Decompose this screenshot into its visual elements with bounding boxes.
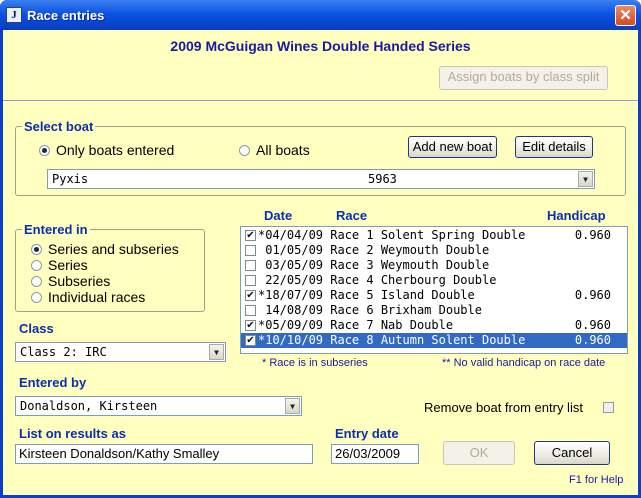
assign-boats-button[interactable]: Assign boats by class split [439,66,608,90]
class-dropdown[interactable]: Class 2: IRC ▼ [15,342,226,362]
race-entries-window: J Race entries ✕ 2009 McGuigan Wines Dou… [0,0,641,498]
entered-in-option-label: Series [48,257,88,273]
race-row-selected[interactable]: ✔ *10/10/09 Race 8 Autumn Solent Double 0.… [241,333,627,348]
entered-in-title: Entered in [22,222,90,237]
check-icon: ✔ [246,320,255,331]
column-header-handicap: Handicap [547,208,606,223]
race-row-handicap: 0.960 [574,288,611,302]
race-list[interactable]: ✔ *04/04/09 Race 1 Solent Spring Double 0.… [240,226,628,354]
race-checkbox[interactable]: ✔ [245,290,256,301]
title-bar[interactable]: J Race entries ✕ [0,0,641,30]
app-icon: J [6,7,22,23]
radio-series-and-subseries[interactable]: Series and subseries [31,241,179,257]
radio-only-boats-entered[interactable]: Only boats entered [39,142,174,158]
race-checkbox[interactable] [245,305,256,316]
ok-button[interactable]: OK [443,441,515,465]
boat-sail-number: 5963 [368,172,397,186]
race-row-text: *10/10/09 Race 8 Autumn Solent Double [258,333,526,347]
dropdown-arrow-icon[interactable]: ▼ [578,171,593,187]
radio-all-label: All boats [256,142,310,158]
check-icon: ✔ [246,230,255,241]
race-checkbox[interactable] [245,260,256,271]
race-row-text: *04/04/09 Race 1 Solent Spring Double [258,228,526,242]
race-row-handicap: 0.960 [574,228,611,242]
radio-unselected-icon [239,145,250,156]
cancel-button[interactable]: Cancel [534,441,610,465]
boat-name: Pyxis [52,172,89,186]
race-row[interactable]: 01/05/09 Race 2 Weymouth Double [241,243,627,258]
remove-boat-checkbox[interactable] [603,402,614,413]
race-list-rows: ✔ *04/04/09 Race 1 Solent Spring Double 0.… [241,228,627,348]
entry-date-input[interactable]: 26/03/2009 [331,444,419,464]
radio-unselected-icon [31,260,42,271]
entered-in-option-label: Subseries [48,273,111,289]
entered-by-value: Donaldson, Kirsteen [20,399,158,413]
radio-all-boats[interactable]: All boats [239,142,310,158]
race-row-text: 22/05/09 Race 4 Cherbourg Double [258,273,497,287]
race-row[interactable]: ✔ *05/09/09 Race 7 Nab Double 0.960 [241,318,627,333]
race-row[interactable]: 03/05/09 Race 3 Weymouth Double [241,258,627,273]
race-checkbox[interactable]: ✔ [245,335,256,346]
entered-by-dropdown[interactable]: Donaldson, Kirsteen ▼ [15,396,302,416]
race-row[interactable]: ✔ *18/07/09 Race 5 Island Double 0.960 [241,288,627,303]
radio-selected-icon [31,244,42,255]
window-title: Race entries [27,8,105,23]
race-checkbox[interactable]: ✔ [245,320,256,331]
class-label: Class [19,321,54,336]
close-icon[interactable]: ✕ [615,5,636,26]
note-no-handicap: ** No valid handicap on race date [442,357,606,369]
edit-details-button[interactable]: Edit details [515,136,593,158]
radio-unselected-icon [31,292,42,303]
radio-individual-races[interactable]: Individual races [31,289,145,305]
race-row[interactable]: 14/08/09 Race 6 Brixham Double [241,303,627,318]
race-checkbox[interactable] [245,245,256,256]
entered-in-option-label: Individual races [48,289,146,305]
race-row-handicap: 0.960 [574,318,611,332]
radio-series[interactable]: Series [31,257,88,273]
entered-by-label: Entered by [19,375,87,390]
boat-select-dropdown[interactable]: Pyxis 5963 ▼ [47,169,595,189]
radio-subseries[interactable]: Subseries [31,273,110,289]
radio-unselected-icon [31,276,42,287]
race-row-text: *05/09/09 Race 7 Nab Double [258,318,454,332]
check-icon: ✔ [246,335,255,346]
note-subseries: * Race is in subseries [262,357,368,369]
class-value: Class 2: IRC [20,345,107,359]
column-header-race: Race [336,208,368,223]
race-checkbox[interactable] [245,275,256,286]
race-row-handicap: 0.960 [574,333,611,347]
add-new-boat-button[interactable]: Add new boat [408,136,497,158]
divider [3,100,638,102]
list-on-results-input[interactable]: Kirsteen Donaldson/Kathy Smalley [15,444,313,464]
race-row-text: 01/05/09 Race 2 Weymouth Double [258,243,490,257]
dialog-body: 2009 McGuigan Wines Double Handed Series… [3,30,638,495]
entered-in-option-label: Series and subseries [48,241,179,257]
remove-boat-label: Remove boat from entry list [424,400,583,415]
race-checkbox[interactable]: ✔ [245,230,256,241]
column-header-date: Date [264,208,293,223]
race-row[interactable]: ✔ *04/04/09 Race 1 Solent Spring Double 0.… [241,228,627,243]
dropdown-arrow-icon[interactable]: ▼ [209,344,224,360]
radio-only-label: Only boats entered [56,142,175,158]
race-row[interactable]: 22/05/09 Race 4 Cherbourg Double [241,273,627,288]
race-row-text: *18/07/09 Race 5 Island Double [258,288,475,302]
select-boat-title: Select boat [22,119,96,134]
help-hint: F1 for Help [569,474,624,486]
check-icon: ✔ [246,290,255,301]
series-title: 2009 McGuigan Wines Double Handed Series [170,38,471,54]
race-row-text: 03/05/09 Race 3 Weymouth Double [258,258,490,272]
entry-date-label: Entry date [335,426,399,441]
race-row-text: 14/08/09 Race 6 Brixham Double [258,303,482,317]
dropdown-arrow-icon[interactable]: ▼ [285,398,300,414]
list-on-results-label: List on results as [19,426,126,441]
radio-selected-icon [39,145,50,156]
